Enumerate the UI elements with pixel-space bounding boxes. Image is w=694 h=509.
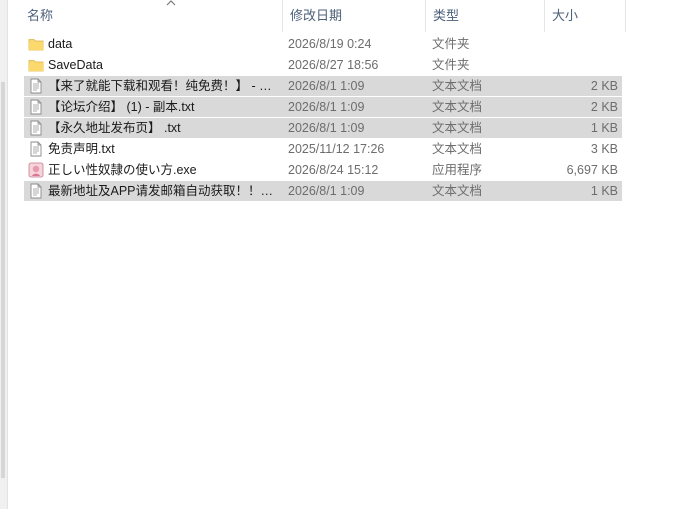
text-file-icon	[28, 141, 44, 157]
file-row[interactable]: 【永久地址发布页】 .txt 2026/8/1 1:09 文本文档 1 KB	[24, 118, 622, 138]
column-size-header[interactable]: 大小	[544, 0, 626, 32]
file-type: 文本文档	[432, 79, 483, 93]
file-size: 3 KB	[590, 142, 618, 156]
scrollbar-thumb[interactable]	[1, 82, 5, 478]
file-modified-date: 2026/8/1 1:09	[288, 79, 365, 93]
file-row[interactable]: 【来了就能下载和观看！纯免费！】 - 副... 2026/8/1 1:09 文本文档…	[24, 76, 622, 96]
left-scrollbar[interactable]	[0, 0, 8, 509]
file-size: 6,697 KB	[566, 163, 618, 177]
file-modified-date: 2025/11/12 17:26	[288, 142, 385, 156]
file-row[interactable]: 【论坛介绍】 (1) - 副本.txt 2026/8/1 1:09 文本文档 2 KB	[24, 97, 622, 117]
text-file-icon	[28, 183, 44, 199]
column-header: 名称 修改日期 类型 大小	[20, 0, 626, 32]
folder-icon	[28, 57, 44, 73]
file-size: 2 KB	[590, 79, 618, 93]
file-row[interactable]: 最新地址及APP请发邮箱自动获取！！！... 2026/8/1 1:09 文本文档 1…	[24, 181, 622, 201]
sort-ascending-icon	[166, 0, 176, 9]
file-type: 文件夹	[432, 58, 470, 72]
file-modified-date: 2026/8/1 1:09	[288, 121, 365, 135]
file-type: 文本文档	[432, 100, 483, 114]
file-row[interactable]: data 2026/8/19 0:24 文件夹	[24, 34, 622, 54]
file-type: 文本文档	[432, 142, 483, 156]
column-name-header[interactable]: 名称	[20, 0, 282, 32]
column-date-label: 修改日期	[290, 8, 343, 23]
column-type-header[interactable]: 类型	[425, 0, 544, 32]
file-name: 【永久地址发布页】 .txt	[48, 121, 181, 135]
file-name: 【来了就能下载和观看！纯免费！】 - 副...	[48, 79, 278, 93]
file-name: 【论坛介绍】 (1) - 副本.txt	[48, 100, 195, 114]
file-type: 文件夹	[432, 37, 470, 51]
file-type: 应用程序	[432, 163, 483, 177]
column-name-label: 名称	[27, 8, 54, 23]
file-row[interactable]: 正しい性奴隷の使い方.exe 2026/8/24 15:12 应用程序 6,697 K…	[24, 160, 622, 180]
file-size: 1 KB	[590, 184, 618, 198]
file-name: 免责声明.txt	[48, 142, 115, 156]
column-size-label: 大小	[552, 8, 579, 23]
column-date-header[interactable]: 修改日期	[282, 0, 425, 32]
file-type: 文本文档	[432, 184, 483, 198]
file-name: 最新地址及APP请发邮箱自动获取！！！...	[48, 184, 278, 198]
column-type-label: 类型	[433, 8, 460, 23]
file-name: SaveData	[48, 58, 103, 72]
app-icon	[28, 162, 44, 178]
folder-icon	[28, 36, 44, 52]
file-list: data 2026/8/19 0:24 文件夹 SaveData 2026/8/27 1…	[24, 34, 622, 202]
text-file-icon	[28, 78, 44, 94]
file-modified-date: 2026/8/27 18:56	[288, 58, 379, 72]
file-row[interactable]: SaveData 2026/8/27 18:56 文件夹	[24, 55, 622, 75]
file-modified-date: 2026/8/1 1:09	[288, 100, 365, 114]
file-size: 1 KB	[590, 121, 618, 135]
file-row[interactable]: 免责声明.txt 2025/11/12 17:26 文本文档 3 KB	[24, 139, 622, 159]
file-size: 2 KB	[590, 100, 618, 114]
file-type: 文本文档	[432, 121, 483, 135]
file-modified-date: 2026/8/1 1:09	[288, 184, 365, 198]
file-name: 正しい性奴隷の使い方.exe	[48, 163, 197, 177]
file-size	[544, 55, 618, 75]
text-file-icon	[28, 120, 44, 136]
file-name: data	[48, 37, 73, 51]
file-modified-date: 2026/8/24 15:12	[288, 163, 379, 177]
text-file-icon	[28, 99, 44, 115]
file-size	[544, 34, 618, 54]
file-modified-date: 2026/8/19 0:24	[288, 37, 372, 51]
